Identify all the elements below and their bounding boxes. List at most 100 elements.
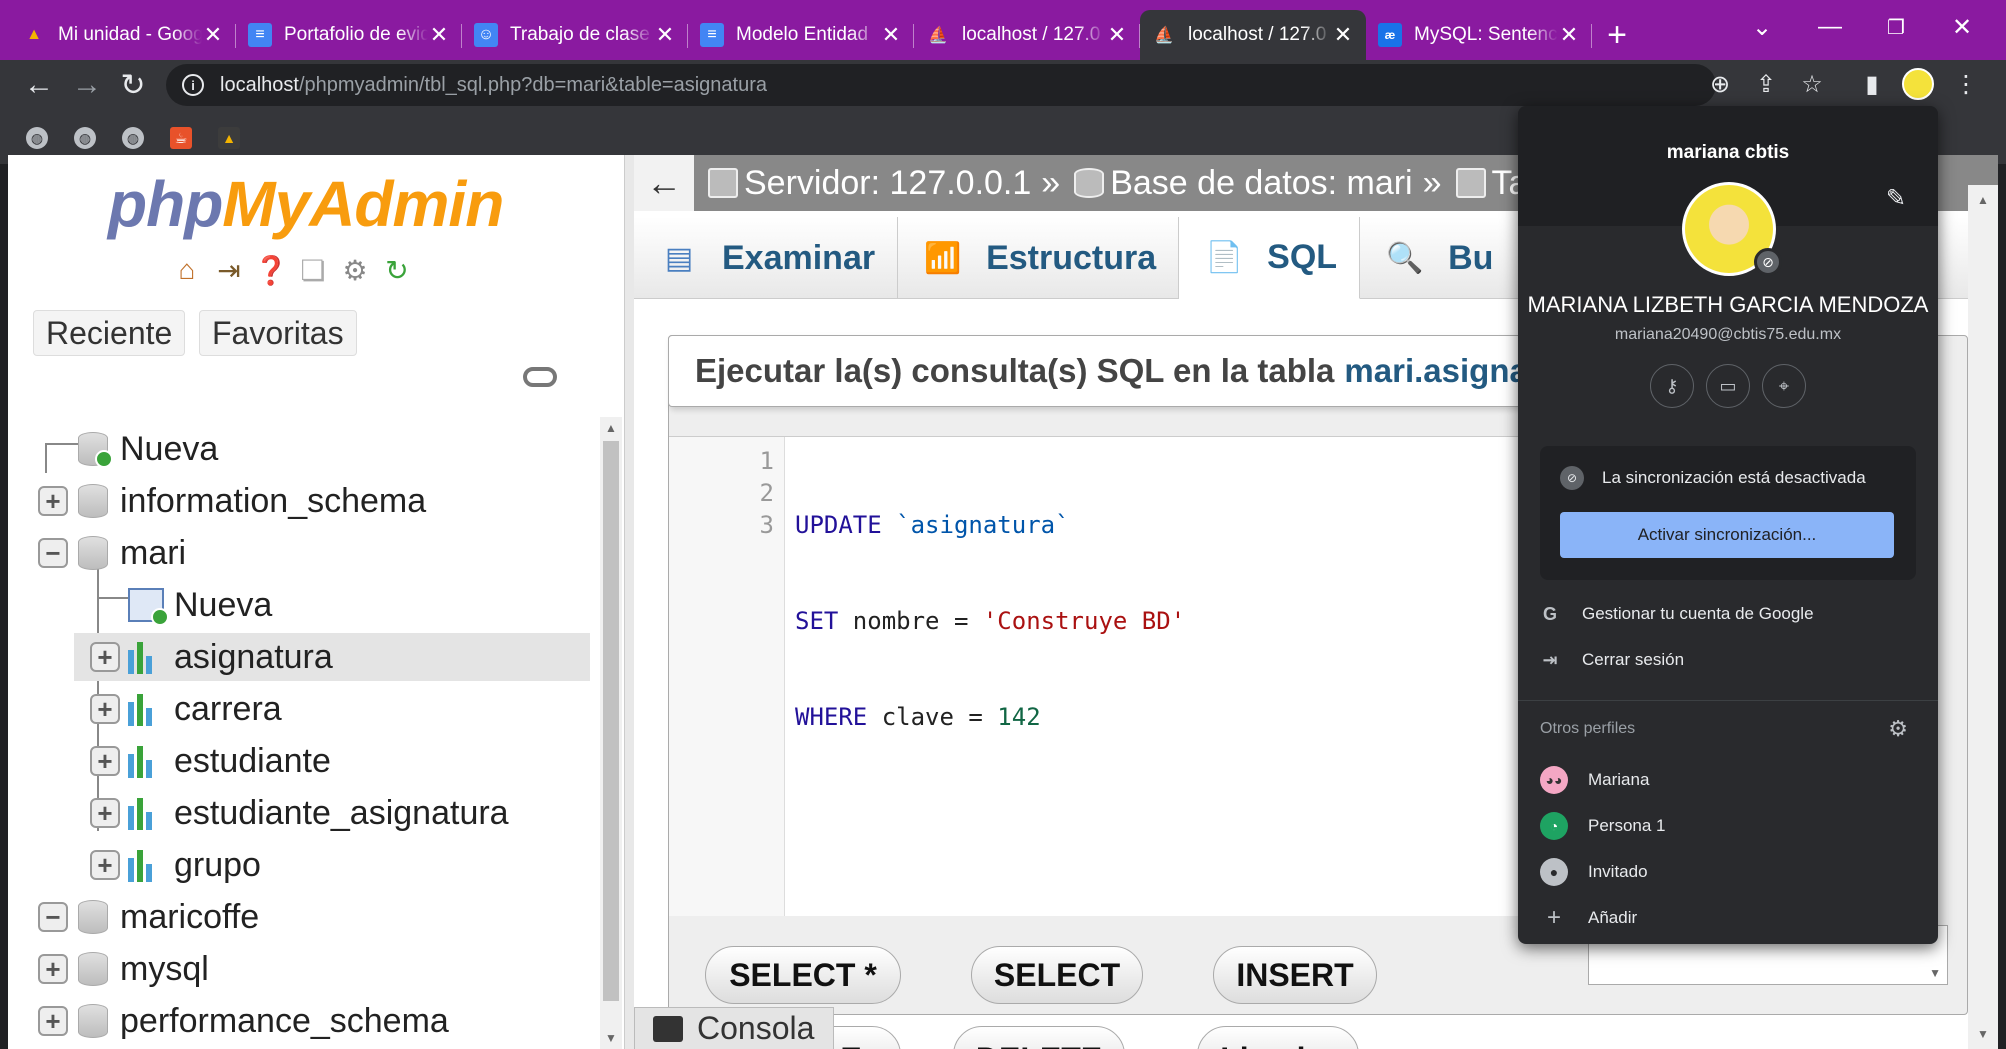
sign-out-item[interactable]: ⇥ Cerrar sesión <box>1540 640 1684 680</box>
site-info-icon[interactable]: i <box>182 74 204 96</box>
tree-item-mysql[interactable]: + mysql <box>38 945 209 993</box>
add-profile-item[interactable]: + Añadir <box>1540 898 1637 938</box>
tree-item-grupo[interactable]: + grupo <box>90 841 261 889</box>
minimize-icon[interactable]: — <box>1800 0 1860 54</box>
delete-button[interactable]: DELETE <box>953 1026 1125 1049</box>
sql-code[interactable]: UPDATE `asignatura` SET nombre = 'Constr… <box>785 437 1185 916</box>
new-tab-button[interactable]: + <box>1592 10 1642 60</box>
logout-icon[interactable]: ⇥ <box>212 253 246 287</box>
close-icon[interactable]: ✕ <box>1558 22 1580 48</box>
profile-avatar-icon[interactable] <box>1898 64 1938 104</box>
gear-icon[interactable]: ⚙ <box>1888 716 1908 742</box>
tree-item-performance-schema[interactable]: + performance_schema <box>38 997 449 1045</box>
tab-browse[interactable]: ▤ Examinar <box>634 217 899 299</box>
tab-portafolio[interactable]: ≡ Portafolio de evid ✕ <box>236 10 462 60</box>
close-icon[interactable]: ✕ <box>202 22 224 48</box>
close-icon[interactable]: ✕ <box>654 22 676 48</box>
forward-icon[interactable]: → <box>64 62 110 108</box>
manage-account-item[interactable]: G Gestionar tu cuenta de Google <box>1540 594 1814 634</box>
bookmark-star-icon[interactable]: ☆ <box>1792 64 1832 104</box>
bookmark-favicon-icon[interactable]: ☕ <box>170 127 192 149</box>
globe-icon[interactable]: ◍ <box>74 127 96 149</box>
profile-item-mariana[interactable]: ◕◕ Mariana <box>1540 760 1649 800</box>
zoom-icon[interactable]: ⊕ <box>1700 64 1740 104</box>
tree-item-new-table[interactable]: Nueva <box>90 581 272 629</box>
tree-item-carrera[interactable]: + carrera <box>90 685 282 733</box>
tree-item-estudiante-asignatura[interactable]: + estudiante_asignatura <box>90 789 509 837</box>
collapse-icon[interactable]: − <box>38 902 68 932</box>
url-host: localhost <box>220 73 299 96</box>
panel-splitter[interactable] <box>624 155 634 1049</box>
navigation-scrollbar[interactable]: ▲ ▼ <box>600 417 622 1049</box>
back-icon[interactable]: ← <box>16 62 62 108</box>
favorites-button[interactable]: Favoritas <box>199 310 357 356</box>
tab-search-icon[interactable]: ⌄ <box>1732 0 1792 54</box>
tab-classroom[interactable]: ☺ Trabajo de clase ✕ <box>462 10 688 60</box>
expand-icon[interactable]: + <box>90 850 120 880</box>
tree-item-maricoffe[interactable]: − maricoffe <box>38 893 259 941</box>
key-icon[interactable]: ⚷ <box>1650 364 1694 408</box>
clear-button[interactable]: Limpiar <box>1197 1026 1359 1049</box>
select-button[interactable]: SELECT <box>971 946 1143 1004</box>
docs-icon[interactable]: ❏ <box>296 253 330 287</box>
close-icon[interactable]: ✕ <box>880 22 902 48</box>
payment-card-icon[interactable]: ▭ <box>1706 364 1750 408</box>
console-tab[interactable]: Consola <box>634 1007 834 1049</box>
menu-icon[interactable]: ⋮ <box>1946 64 1986 104</box>
tree-item-mari[interactable]: − mari <box>38 529 186 577</box>
home-icon[interactable]: ⌂ <box>170 253 204 287</box>
tab-mysql[interactable]: æ MySQL: Sentencia ✕ <box>1366 10 1592 60</box>
tree-item-asignatura[interactable]: + asignatura <box>74 633 590 681</box>
reload-icon[interactable]: ↻ <box>110 62 156 108</box>
sql-editor[interactable]: 1 2 3 UPDATE `asignatura` SET nombre = '… <box>669 436 1539 916</box>
recent-button[interactable]: Reciente <box>33 310 186 356</box>
gear-icon[interactable]: ⚙ <box>338 253 372 287</box>
restore-icon[interactable]: ❐ <box>1866 0 1926 54</box>
help-icon[interactable]: ❓ <box>254 253 289 287</box>
tab-localhost-1[interactable]: ⛵ localhost / 127.0 ✕ <box>914 10 1140 60</box>
share-icon[interactable]: ⇪ <box>1746 64 1786 104</box>
enable-sync-button[interactable]: Activar sincronización... <box>1560 512 1894 558</box>
tree-item-information-schema[interactable]: + information_schema <box>38 477 426 525</box>
expand-icon[interactable]: + <box>38 954 68 984</box>
close-icon[interactable]: ✕ <box>428 22 450 48</box>
content-scrollbar[interactable]: ▲ ▼ <box>1968 185 1998 1049</box>
profile-item-persona-1[interactable]: ◔ Persona 1 <box>1540 806 1666 846</box>
expand-icon[interactable]: + <box>90 642 120 672</box>
link-icon[interactable] <box>523 367 557 387</box>
bookmark-favicon-icon[interactable]: ▲ <box>218 127 240 149</box>
profile-item-guest[interactable]: ● Invitado <box>1540 852 1648 892</box>
expand-icon[interactable]: + <box>38 1006 68 1036</box>
back-arrow-icon[interactable]: ← <box>634 155 694 211</box>
select-star-button[interactable]: SELECT * <box>705 946 901 1004</box>
expand-icon[interactable]: + <box>90 746 120 776</box>
tab-sql[interactable]: 📄 SQL <box>1179 217 1361 299</box>
breadcrumb-database[interactable]: Base de datos: mari <box>1070 164 1413 203</box>
tree-item-new-database[interactable]: Nueva <box>38 425 218 473</box>
collapse-icon[interactable]: − <box>38 538 68 568</box>
location-pin-icon[interactable]: ⌖ <box>1762 364 1806 408</box>
side-panel-icon[interactable]: ▮ <box>1852 64 1892 104</box>
tab-localhost-2[interactable]: ⛵ localhost / 127.0 ✕ <box>1140 10 1366 60</box>
close-icon[interactable]: ✕ <box>1332 22 1354 48</box>
globe-icon[interactable]: ◍ <box>26 127 48 149</box>
tab-structure[interactable]: 📶 Estructura <box>898 217 1180 299</box>
close-icon[interactable]: ✕ <box>1106 22 1128 48</box>
reload-icon[interactable]: ↻ <box>380 253 414 287</box>
address-bar[interactable]: i localhost /phpmyadmin/tbl_sql.php?db=m… <box>166 64 1716 106</box>
breadcrumb-server[interactable]: Servidor: 127.0.0.1 <box>704 164 1031 203</box>
expand-icon[interactable]: + <box>90 798 120 828</box>
tab-modelo[interactable]: ≡ Modelo Entidad ✕ <box>688 10 914 60</box>
tab-drive[interactable]: ▲ Mi unidad - Goog ✕ <box>10 10 236 60</box>
expand-icon[interactable]: + <box>38 486 68 516</box>
breadcrumb-table[interactable]: Ta <box>1452 164 1527 203</box>
close-window-icon[interactable]: ✕ <box>1932 0 1992 54</box>
insert-button[interactable]: INSERT <box>1213 946 1377 1004</box>
edit-pencil-icon[interactable]: ✎ <box>1886 184 1906 213</box>
query-table-link[interactable]: mari.asigna <box>1344 352 1527 390</box>
tree-item-estudiante[interactable]: + estudiante <box>90 737 331 785</box>
pma-logo[interactable]: phpMyAdmin <box>108 167 504 241</box>
expand-icon[interactable]: + <box>90 694 120 724</box>
globe-icon[interactable]: ◍ <box>122 127 144 149</box>
tab-search[interactable]: 🔍 Bu <box>1360 217 1515 299</box>
